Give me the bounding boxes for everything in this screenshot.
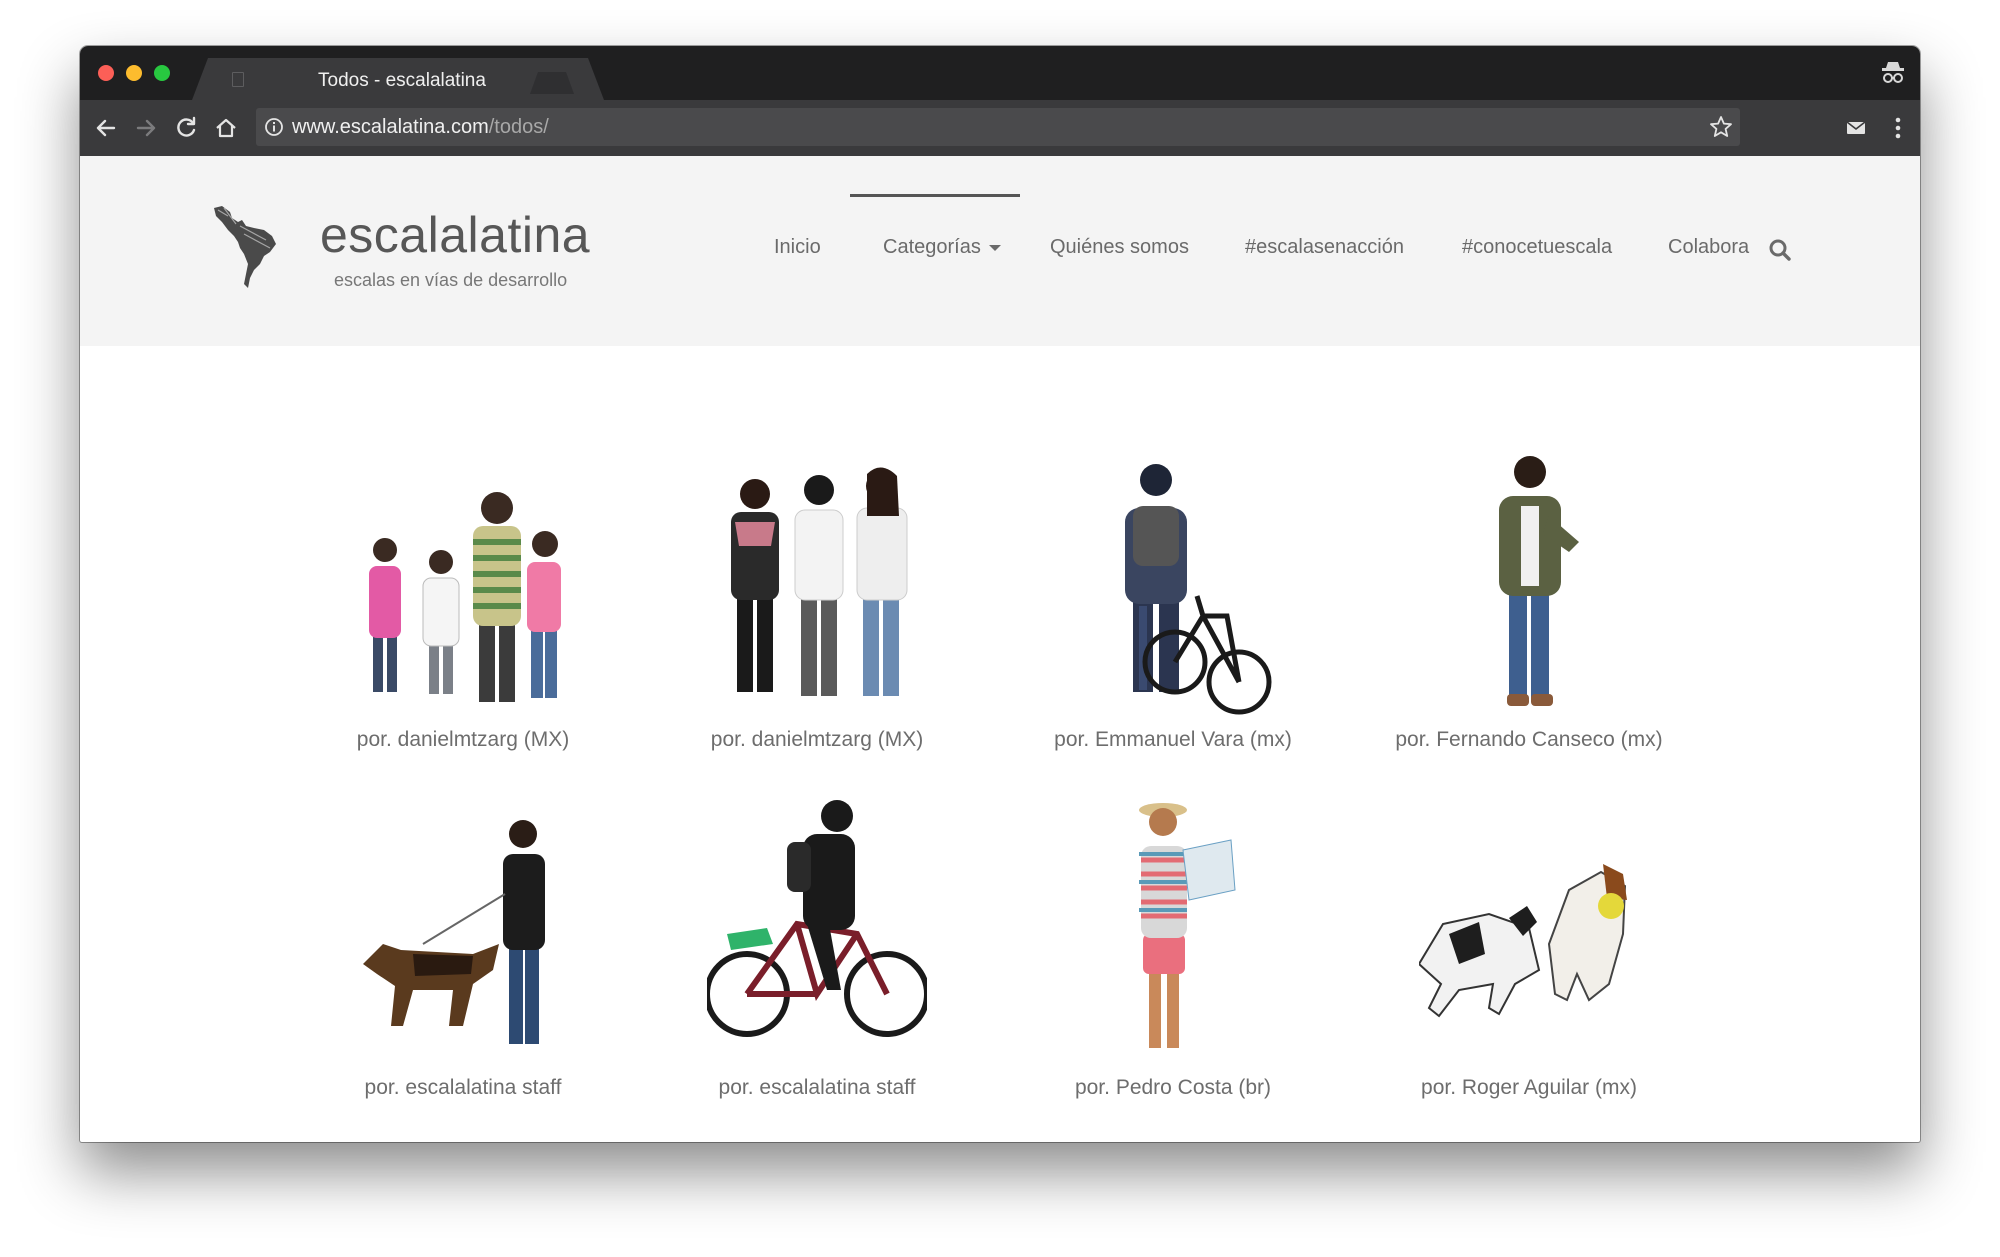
reload-icon[interactable] — [172, 114, 200, 142]
nav-item-colabora[interactable]: Colabora — [1668, 236, 1749, 259]
url-host: www.escalalatina.com — [292, 116, 489, 138]
page-favicon-icon — [232, 72, 244, 87]
item-caption[interactable]: por. danielmtzarg (MX) — [652, 728, 982, 752]
gallery-item[interactable]: por. danielmtzarg (MX) — [298, 446, 628, 776]
search-icon[interactable] — [1768, 238, 1792, 262]
tab-strip: Todos - escalalatina × — [80, 46, 1920, 100]
gallery-item[interactable]: por. Fernando Canseco (mx) — [1364, 446, 1694, 776]
item-caption[interactable]: por. Fernando Canseco (mx) — [1364, 728, 1694, 752]
mail-extension-icon[interactable] — [1844, 116, 1868, 140]
minimize-window-button[interactable] — [126, 65, 142, 81]
nav-item-escalasenaccion[interactable]: #escalasenacción — [1245, 236, 1404, 259]
latin-america-map-logo[interactable] — [210, 204, 290, 290]
nav-item-inicio[interactable]: Inicio — [774, 236, 821, 259]
family-walking-image[interactable] — [353, 446, 573, 716]
gallery-item[interactable]: por. Emmanuel Vara (mx) — [1008, 446, 1338, 776]
gallery-item[interactable]: por. Pedro Costa (br) — [1008, 794, 1338, 1124]
home-icon[interactable] — [212, 114, 240, 142]
site-info-icon[interactable] — [264, 117, 284, 137]
browser-toolbar: www.escalalatina.com/todos/ — [80, 100, 1920, 156]
maximize-window-button[interactable] — [154, 65, 170, 81]
man-checking-watch-image[interactable] — [1419, 446, 1639, 716]
close-window-button[interactable] — [98, 65, 114, 81]
gallery-item[interactable]: por. escalalatina staff — [298, 794, 628, 1124]
url-path: /todos/ — [488, 116, 549, 138]
bookmark-star-icon[interactable] — [1708, 114, 1734, 140]
man-reading-map-image[interactable] — [1063, 794, 1283, 1064]
nav-item-conocetuescala[interactable]: #conocetuescala — [1462, 236, 1612, 259]
caret-down-icon — [988, 244, 1001, 251]
three-friends-walking-image[interactable] — [707, 446, 927, 716]
site-header: escalalatina escalas en vías de desarrol… — [80, 156, 1920, 346]
item-caption[interactable]: por. Pedro Costa (br) — [1008, 1076, 1338, 1100]
man-walking-dog-image[interactable] — [353, 794, 573, 1064]
item-caption[interactable]: por. escalalatina staff — [652, 1076, 982, 1100]
nav-item-categorias-label: Categorías — [883, 236, 981, 258]
man-riding-bicycle-image[interactable] — [707, 794, 927, 1064]
item-caption[interactable]: por. Roger Aguilar (mx) — [1364, 1076, 1694, 1100]
incognito-icon — [1882, 62, 1904, 83]
tab-title: Todos - escalalatina — [318, 70, 486, 91]
url-text[interactable]: www.escalalatina.com/todos/ — [292, 116, 549, 139]
back-arrow-icon[interactable] — [92, 114, 120, 142]
gallery-item[interactable]: por. Roger Aguilar (mx) — [1364, 794, 1694, 1124]
browser-menu-icon[interactable] — [1886, 114, 1910, 142]
site-tagline: escalas en vías de desarrollo — [334, 270, 568, 290]
address-bar[interactable]: www.escalalatina.com/todos/ — [256, 108, 1740, 146]
forward-arrow-icon[interactable] — [132, 114, 160, 142]
tab-close-icon[interactable]: × — [606, 67, 619, 93]
item-caption[interactable]: por. Emmanuel Vara (mx) — [1008, 728, 1338, 752]
browser-window: Todos - escalalatina × www.escalalatina.… — [80, 46, 1920, 1142]
two-dogs-running-image[interactable] — [1419, 794, 1639, 1064]
item-caption[interactable]: por. danielmtzarg (MX) — [298, 728, 628, 752]
gallery-item[interactable]: por. escalalatina staff — [652, 794, 982, 1124]
gallery-item[interactable]: por. danielmtzarg (MX) — [652, 446, 982, 776]
man-with-bicycle-image[interactable] — [1063, 446, 1283, 716]
item-caption[interactable]: por. escalalatina staff — [298, 1076, 628, 1100]
nav-item-categorias[interactable]: Categorías — [883, 236, 1001, 259]
active-nav-indicator — [850, 194, 1020, 197]
site-title[interactable]: escalalatina — [320, 206, 590, 264]
nav-item-quienes-somos[interactable]: Quiénes somos — [1050, 236, 1189, 259]
